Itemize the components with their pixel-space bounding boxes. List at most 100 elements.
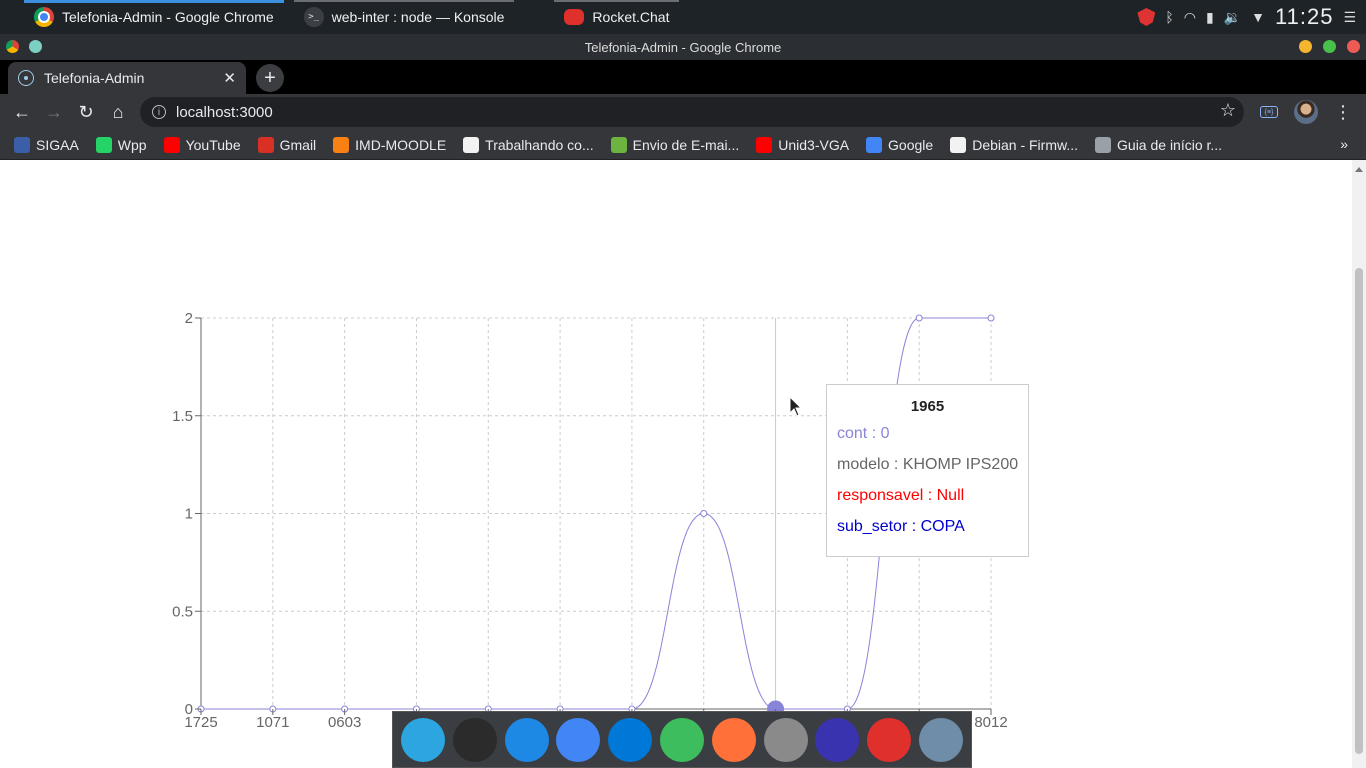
bookmark-item[interactable]: Guia de início r... bbox=[1095, 136, 1231, 153]
pin-icon[interactable] bbox=[29, 40, 42, 53]
bookmark-item[interactable]: IMD-MOODLE bbox=[333, 136, 455, 153]
bookmark-label: Trabalhando co... bbox=[485, 136, 594, 153]
address-bar[interactable]: i localhost:3000 ☆ bbox=[140, 97, 1244, 127]
dock bbox=[392, 711, 972, 768]
bookmark-label: Wpp bbox=[117, 136, 147, 153]
tooltip-title: 1965 bbox=[910, 398, 945, 415]
os-top-bar: Telefonia-Admin - Google Chrome >_ web-i… bbox=[0, 0, 1366, 34]
finder-icon[interactable] bbox=[504, 717, 549, 762]
volume-icon[interactable]: 🔉 bbox=[1224, 9, 1241, 26]
close-tab-icon[interactable]: ✕ bbox=[223, 69, 236, 87]
task-label: web-inter : node — Konsole bbox=[331, 9, 505, 25]
bookmark-label: Gmail bbox=[279, 136, 317, 153]
menu-icon[interactable]: ☰ bbox=[1343, 9, 1356, 26]
bookmark-item[interactable]: Gmail bbox=[257, 136, 326, 153]
y-tick-label: 1 bbox=[185, 506, 193, 523]
settings-icon[interactable] bbox=[763, 717, 808, 762]
bookmark-item[interactable]: Wpp bbox=[95, 136, 156, 153]
shield-icon[interactable] bbox=[1137, 8, 1156, 26]
extension-icon[interactable]: {≡} bbox=[1260, 106, 1278, 118]
y-tick-label: 2 bbox=[185, 310, 193, 327]
tab-title: Telefonia-Admin bbox=[44, 70, 145, 86]
bookmark-item[interactable]: Unid3-VGA bbox=[756, 136, 858, 153]
tux-icon bbox=[950, 136, 967, 153]
rocketchat-icon[interactable] bbox=[867, 717, 912, 762]
task-label: Rocket.Chat bbox=[592, 9, 670, 25]
bookmark-label: Envio de E-mai... bbox=[632, 136, 740, 153]
tooltip-row-cont: cont : 0 bbox=[837, 425, 890, 442]
tux-icon bbox=[463, 136, 480, 153]
browser-toolbar: ← → ↻ ⌂ i localhost:3000 ☆ {≡} ⋮ bbox=[0, 94, 1366, 130]
battery-icon[interactable]: ▮ bbox=[1206, 9, 1214, 26]
tab-strip: Telefonia-Admin ✕ + bbox=[0, 60, 1366, 94]
bookmark-item[interactable]: Envio de E-mai... bbox=[610, 136, 749, 153]
scroll-thumb[interactable] bbox=[1355, 268, 1363, 754]
page-content: 00.511.52 17251071060319658012 1965 cont… bbox=[0, 160, 1352, 768]
url-text[interactable]: localhost:3000 bbox=[176, 104, 273, 121]
new-tab-button[interactable]: + bbox=[256, 64, 284, 92]
google-icon bbox=[866, 136, 883, 153]
task-rocketchat[interactable]: Rocket.Chat bbox=[554, 0, 680, 34]
tooltip-row-responsavel: responsavel : Null bbox=[837, 487, 965, 504]
firefox-icon[interactable] bbox=[711, 717, 756, 762]
bookmark-label: Guia de início r... bbox=[1117, 136, 1223, 153]
bluetooth-icon[interactable]: ᛒ bbox=[1165, 9, 1173, 25]
camera-icon[interactable] bbox=[919, 717, 964, 762]
bookmark-label: Debian - Firmw... bbox=[972, 136, 1079, 153]
whatsapp-icon bbox=[95, 136, 112, 153]
tooltip-row-sub-setor: sub_setor : COPA bbox=[837, 518, 965, 535]
home-icon[interactable]: ⌂ bbox=[102, 96, 134, 128]
back-icon[interactable]: ← bbox=[6, 96, 38, 128]
konsole-icon: >_ bbox=[303, 7, 324, 27]
telegram-icon[interactable] bbox=[400, 717, 445, 762]
task-konsole[interactable]: >_ web-inter : node — Konsole bbox=[293, 0, 515, 34]
data-point bbox=[915, 314, 923, 322]
tab-telefonia-admin[interactable]: Telefonia-Admin ✕ bbox=[8, 62, 246, 94]
bookmark-item[interactable]: YouTube bbox=[163, 136, 250, 153]
data-point bbox=[700, 510, 708, 517]
bookmark-item[interactable]: SIGAA bbox=[14, 136, 88, 153]
maximize-button[interactable] bbox=[1323, 40, 1336, 53]
moon-icon[interactable] bbox=[815, 717, 860, 762]
bookmark-star-icon[interactable]: ☆ bbox=[1220, 100, 1236, 121]
minimize-button[interactable] bbox=[1299, 40, 1312, 53]
apple-menu-icon[interactable] bbox=[0, 0, 24, 34]
dropdown-icon[interactable]: ▼ bbox=[1251, 9, 1265, 25]
moodle-icon bbox=[333, 136, 350, 153]
chart-tooltip: 1965 cont : 0 modelo : KHOMP IPS200 resp… bbox=[826, 384, 1029, 557]
bookmark-label: SIGAA bbox=[36, 136, 79, 153]
menu-kebab-icon[interactable]: ⋮ bbox=[1334, 102, 1352, 123]
task-chrome[interactable]: Telefonia-Admin - Google Chrome bbox=[24, 0, 284, 34]
system-tray: ᛒ ◠ ▮ 🔉 ▼ 11:25 ☰ bbox=[1137, 4, 1366, 30]
doc-icon bbox=[1095, 136, 1112, 153]
reload-icon[interactable]: ↻ bbox=[70, 96, 102, 128]
bookmark-item[interactable]: Trabalhando co... bbox=[463, 136, 602, 153]
chrome-icon bbox=[34, 7, 54, 27]
profile-avatar[interactable] bbox=[1294, 100, 1318, 124]
info-icon[interactable]: i bbox=[152, 105, 166, 119]
bookmark-item[interactable]: Debian - Firmw... bbox=[950, 136, 1087, 153]
scroll-up-icon[interactable] bbox=[1355, 167, 1363, 172]
forward-icon[interactable]: → bbox=[38, 96, 70, 128]
bookmarks-overflow-icon[interactable]: » bbox=[1340, 136, 1348, 152]
close-window-button[interactable] bbox=[1347, 40, 1360, 53]
y-tick-label: 0.5 bbox=[172, 603, 193, 620]
bookmark-item[interactable]: Google bbox=[866, 136, 942, 153]
x-tick-label: 1071 bbox=[256, 714, 289, 731]
line-chart: 00.511.52 17251071060319658012 bbox=[172, 310, 1008, 731]
terminal-icon[interactable] bbox=[452, 717, 497, 762]
page-scrollbar[interactable] bbox=[1352, 160, 1366, 768]
clock[interactable]: 11:25 bbox=[1275, 4, 1333, 30]
chrome-icon[interactable] bbox=[556, 717, 601, 762]
window-title: Telefonia-Admin - Google Chrome bbox=[584, 39, 782, 55]
leaf-icon bbox=[610, 136, 627, 153]
y-axis-ticks: 00.511.52 bbox=[172, 310, 201, 718]
bookmarks-bar: SIGAA Wpp YouTube Gmail IMD-MOODLE Trabalhand… bbox=[0, 130, 1366, 160]
music-icon[interactable] bbox=[659, 717, 704, 762]
vscode-icon[interactable] bbox=[608, 717, 653, 762]
x-tick-label: 0603 bbox=[328, 714, 361, 731]
gmail-icon bbox=[257, 136, 274, 153]
x-tick-label: 8012 bbox=[974, 714, 1007, 731]
wifi-icon[interactable]: ◠ bbox=[1184, 9, 1196, 26]
mouse-cursor-icon bbox=[789, 396, 803, 417]
